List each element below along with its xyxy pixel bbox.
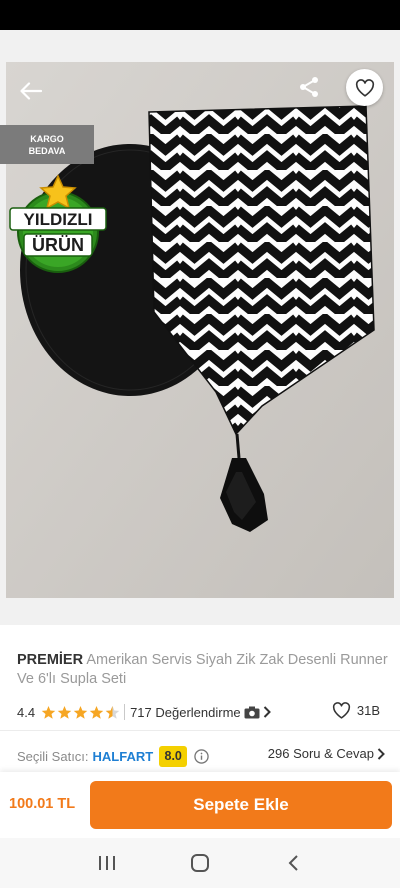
seller-row: Seçili Satıcı: HALFART 8.0 296 Soru & Ce… — [17, 745, 389, 767]
star-icon — [73, 705, 88, 719]
status-bar — [0, 0, 400, 30]
star-half-icon — [105, 705, 120, 719]
star-icon — [57, 705, 72, 719]
likes-counter[interactable]: 31B — [332, 702, 380, 719]
back-icon — [288, 855, 299, 871]
system-back-button[interactable] — [273, 843, 313, 883]
system-nav-bar — [0, 838, 400, 888]
seller-info-button[interactable] — [194, 748, 209, 764]
seller-name-link[interactable]: HALFART — [93, 749, 154, 764]
product-gallery[interactable]: KARGO BEDAVA YILDIZLI ÜRÜN — [0, 30, 400, 625]
star-icon — [89, 705, 104, 719]
share-button[interactable] — [294, 72, 324, 102]
star-icon — [41, 705, 56, 719]
home-icon — [190, 854, 209, 872]
rating-stars — [41, 705, 120, 720]
qa-count: 296 Soru & Cevap — [267, 746, 374, 761]
chevron-right-icon — [377, 747, 385, 760]
arrow-left-icon — [20, 82, 42, 100]
product-brand[interactable]: PREMİER — [17, 652, 83, 668]
product-price: 100.01 TL — [9, 796, 76, 812]
add-to-cart-bar: 100.01 TL Sepete Ekle — [0, 772, 400, 838]
menu-icon — [98, 856, 115, 870]
likes-count: 31B — [356, 703, 380, 718]
product-title: PREMİER Amerikan Servis Siyah Zik Zak De… — [17, 651, 389, 689]
seller-label: Seçili Satıcı: — [17, 748, 89, 764]
rating-divider — [124, 704, 126, 720]
back-button[interactable] — [14, 74, 48, 108]
reviews-count: 717 Değerlendirme — [130, 704, 241, 720]
cargo-badge-line2: BEDAVA — [28, 145, 66, 156]
seller-score-badge: 8.0 — [159, 745, 188, 767]
home-button[interactable] — [180, 843, 220, 883]
favorite-button[interactable] — [346, 69, 383, 106]
recent-apps-button[interactable] — [87, 843, 127, 883]
section-divider — [0, 730, 400, 731]
add-to-cart-button[interactable]: Sepete Ekle — [90, 781, 392, 829]
share-icon — [300, 77, 318, 97]
reviews-link[interactable]: 717 Değerlendirme — [130, 705, 271, 720]
rating-row: 4.4 717 Değerlendirme 31B — [17, 702, 389, 722]
heart-icon — [355, 78, 374, 97]
questions-answers-link[interactable]: 296 Soru & Cevap — [268, 746, 385, 761]
info-icon — [194, 748, 209, 764]
rating-score: 4.4 — [17, 704, 36, 720]
camera-icon — [244, 706, 260, 718]
cargo-badge-line1: KARGO — [30, 133, 64, 144]
starred-product-badge: YILDIZLI ÜRÜN — [8, 174, 108, 274]
heart-icon — [332, 702, 350, 719]
star-badge-line1: YILDIZLI — [24, 210, 93, 229]
star-badge-line2: ÜRÜN — [32, 235, 84, 255]
chevron-right-icon — [263, 706, 271, 718]
free-shipping-badge: KARGO BEDAVA — [0, 125, 94, 164]
